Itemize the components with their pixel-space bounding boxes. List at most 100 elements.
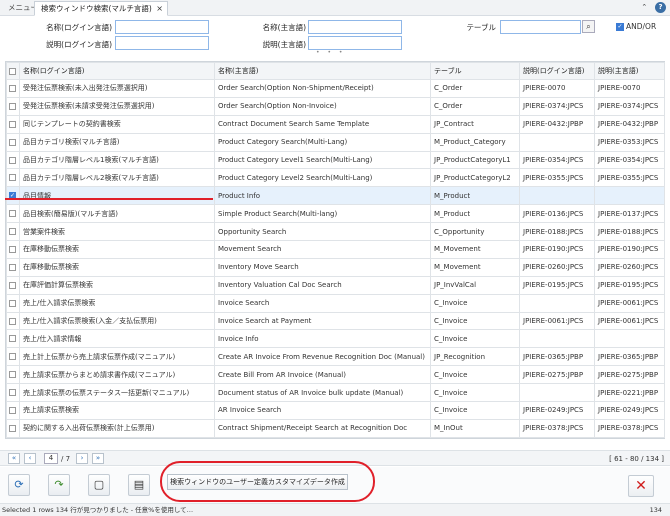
table-row[interactable]: 在庫移動伝票検索 Inventory Move Search M_Movement J… <box>6 257 665 277</box>
table-cell-desc-main: JPIERE-0260:JPCS <box>594 257 665 277</box>
checkbox-icon <box>9 228 16 236</box>
table-cell-desc-main <box>594 329 665 349</box>
table-cell-desc-login: JPIERE-0354:JPCS <box>519 150 595 170</box>
top-icons: ⌃ ? <box>636 2 666 13</box>
name-main-input[interactable] <box>308 20 402 34</box>
table-cell-name-login: 売上請求伝票の伝票ステータス一括更新(マニュアル) <box>19 383 215 403</box>
table-label: テーブル <box>466 23 496 32</box>
row-checkbox[interactable] <box>6 168 20 188</box>
table-row[interactable]: 売上計上伝票から売上請求伝票作成(マニュアル) Create AR Invoice… <box>6 347 665 367</box>
table-cell-name-main: Product Category Level1 Search(Multi-Lan… <box>214 150 431 170</box>
checkbox-icon <box>9 210 16 218</box>
table-row[interactable]: 品目カテゴリ検索(マルチ言語) Product Category Search(M… <box>6 132 665 152</box>
row-checkbox[interactable] <box>6 365 20 385</box>
row-checkbox[interactable] <box>6 257 20 277</box>
table-cell-name-main: Contract Shipment/Receipt Search at Reco… <box>214 418 431 438</box>
checkbox-icon <box>9 120 16 128</box>
andor-checkbox[interactable]: ✓ AND/OR <box>616 22 656 31</box>
table-row[interactable]: 契約に関する入出荷伝票検索(計上伝票用) Contract Shipment/Re… <box>6 418 665 438</box>
table-row[interactable]: 売上請求伝票からまとめ請求書作成(マニュアル) Create Bill From … <box>6 365 665 385</box>
column-header[interactable]: 説明(主言語) <box>594 62 665 80</box>
next-page-button[interactable]: › <box>76 453 88 464</box>
name-login-input[interactable] <box>115 20 209 34</box>
name-main-label: 名称(主言語) <box>262 23 306 32</box>
cancel-button[interactable]: ✕ <box>628 475 654 497</box>
column-header[interactable]: 説明(ログイン言語) <box>519 62 595 80</box>
table-row[interactable]: 品目検索(簡易版)(マルチ言語) Simple Product Search(Mu… <box>6 204 665 224</box>
collapse-icon[interactable]: ⌃ <box>639 2 650 13</box>
close-icon[interactable]: × <box>156 2 163 16</box>
first-page-button[interactable]: « <box>8 453 20 464</box>
column-header[interactable]: テーブル <box>430 62 520 80</box>
row-checkbox[interactable] <box>6 204 20 224</box>
search-icon[interactable]: ⌕ <box>582 20 595 33</box>
table-row[interactable]: 受発注伝票検索(未請求受発注伝票選択用) Order Search(Option … <box>6 96 665 116</box>
checkbox-icon <box>9 371 16 379</box>
table-row[interactable]: 売上/仕入請求伝票検索(入金／支払伝票用) Invoice Search at P… <box>6 311 665 331</box>
ok-icon[interactable]: ↷ <box>48 474 70 496</box>
splitter-handle[interactable]: • • • <box>316 49 345 56</box>
table-cell-name-main: Opportunity Search <box>214 222 431 242</box>
table-cell-table: JP_ProductCategoryL1 <box>430 150 520 170</box>
table-cell-name-login: 在庫移動伝票検索 <box>19 240 215 259</box>
row-checkbox[interactable] <box>6 347 20 367</box>
tab-search-window[interactable]: 検索ウィンドウ検索(マルチ言語) × <box>34 1 168 16</box>
column-header[interactable]: 名称(ログイン言語) <box>19 62 215 80</box>
export-icon[interactable]: ▤ <box>128 474 150 496</box>
record-range: [ 61 - 80 / 134 ] <box>609 455 664 463</box>
status-bar: Selected 1 rows 134 行が見つかりました - 任意%を使用して… <box>0 503 670 516</box>
table-row[interactable]: 品目カテゴリ階層レベル2検索(マルチ言語) Product Category Le… <box>6 168 665 188</box>
table-cell-desc-login: JPIERE-0378:JPCS <box>519 418 595 438</box>
table-row[interactable]: 品目カテゴリ階層レベル1検索(マルチ言語) Product Category Le… <box>6 150 665 170</box>
row-checkbox[interactable] <box>6 311 20 331</box>
help-icon[interactable]: ? <box>655 2 666 13</box>
checkbox-icon <box>9 245 16 253</box>
table-cell-name-login: 売上/仕入請求伝票検索(入金／支払伝票用) <box>19 311 215 331</box>
row-checkbox[interactable] <box>6 222 20 242</box>
row-checkbox[interactable] <box>6 150 20 170</box>
row-checkbox[interactable] <box>6 329 20 349</box>
zoom-icon[interactable]: ▢ <box>88 474 110 496</box>
last-page-button[interactable]: » <box>92 453 104 464</box>
checkbox-icon <box>9 156 16 164</box>
table-cell-table: JP_Contract <box>430 114 520 134</box>
row-checkbox[interactable] <box>6 240 20 259</box>
table-row[interactable]: ✓ 品目情報 Product Info M_Product <box>6 186 665 206</box>
prev-page-button[interactable]: ‹ <box>24 453 36 464</box>
row-checkbox[interactable] <box>6 114 20 134</box>
table-row[interactable]: 在庫評価計算伝票検索 Inventory Valuation Cal Doc Se… <box>6 275 665 295</box>
row-checkbox[interactable] <box>6 383 20 403</box>
row-checkbox[interactable]: ✓ <box>6 186 20 206</box>
table-cell-name-main: Contract Document Search Same Template <box>214 114 431 134</box>
table-row[interactable]: 同じテンプレートの契約書検索 Contract Document Search S… <box>6 114 665 134</box>
table-cell-name-login: 契約に関する入出荷伝票検索(計上伝票用) <box>19 418 215 438</box>
row-checkbox[interactable] <box>6 401 20 420</box>
column-header[interactable]: 名称(主言語) <box>214 62 431 80</box>
checkbox-icon <box>9 138 16 146</box>
row-checkbox[interactable] <box>6 79 20 98</box>
table-row[interactable]: 受発注伝票検索(未入出発注伝票選択用) Order Search(Option N… <box>6 79 665 98</box>
refresh-icon[interactable]: ⟳ <box>8 474 30 496</box>
table-row[interactable]: 在庫移動伝票検索 Movement Search M_Movement JPIERE-… <box>6 240 665 259</box>
table-row[interactable]: 売上/仕入請求情報 Invoice Info C_Invoice <box>6 329 665 349</box>
row-checkbox[interactable] <box>6 132 20 152</box>
row-checkbox[interactable] <box>6 293 20 313</box>
row-checkbox[interactable] <box>6 96 20 116</box>
table-row[interactable]: 営業案件検索 Opportunity Search C_Opportunity JPI… <box>6 222 665 242</box>
row-checkbox[interactable] <box>6 418 20 438</box>
table-cell-table: C_Invoice <box>430 365 520 385</box>
table-cell-name-login: 品目カテゴリ階層レベル1検索(マルチ言語) <box>19 150 215 170</box>
table-input[interactable] <box>500 20 581 34</box>
page-number-input[interactable]: 4 <box>44 453 58 464</box>
table-row[interactable]: 売上請求伝票検索 AR Invoice Search C_Invoice JPIERE… <box>6 401 665 420</box>
row-checkbox[interactable] <box>6 275 20 295</box>
table-row[interactable]: 売上/仕入請求伝票検索 Invoice Search C_Invoice JPIERE… <box>6 293 665 313</box>
desc-login-input[interactable] <box>115 36 209 50</box>
grid-header-row: 名称(ログイン言語) 名称(主言語) テーブル 説明(ログイン言語) 説明(主言… <box>6 62 665 80</box>
table-row[interactable]: 売上請求伝票の伝票ステータス一括更新(マニュアル) Document status… <box>6 383 665 403</box>
table-cell-name-login: 品目カテゴリ検索(マルチ言語) <box>19 132 215 152</box>
desc-main-input[interactable] <box>308 36 402 50</box>
desc-main-label: 説明(主言語) <box>262 40 306 49</box>
table-cell-table: C_Opportunity <box>430 222 520 242</box>
select-all-checkbox[interactable] <box>6 62 20 80</box>
